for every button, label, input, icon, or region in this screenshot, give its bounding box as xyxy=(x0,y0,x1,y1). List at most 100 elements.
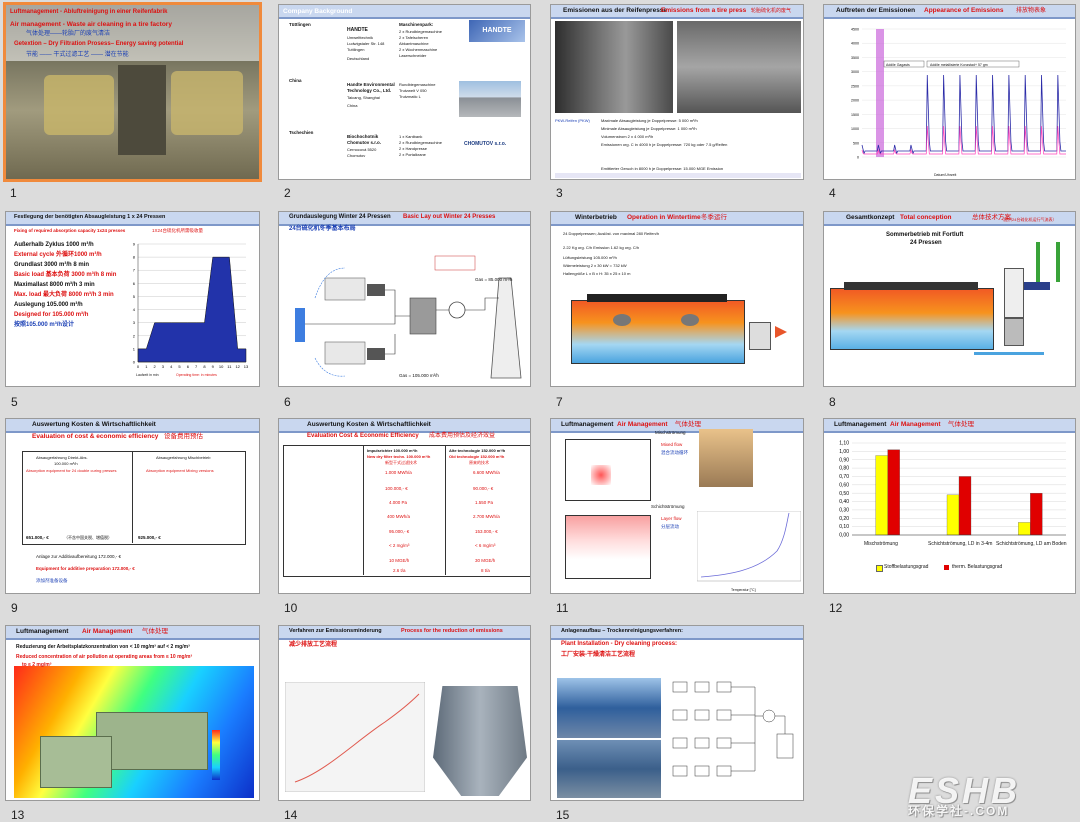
y-tick-label: 0,00 xyxy=(839,533,849,539)
slide-number-11: 11 xyxy=(556,601,569,615)
slide-number-13: 13 xyxy=(11,808,25,822)
y-tick-label: 3000 xyxy=(851,70,859,74)
slide-thumbnail-13[interactable]: Luftmanagement Air Management 气体处理 Reduz… xyxy=(5,625,260,801)
chomutov-logo: CHOMUTOV s.r.o. xyxy=(464,141,507,147)
slide-thumbnail-10[interactable]: Auswertung Kosten & Wirtschaftlichkeit E… xyxy=(278,418,531,594)
china-factory-photo xyxy=(459,81,521,117)
slide-number-3: 3 xyxy=(556,186,563,200)
press-center xyxy=(118,65,166,155)
x-tick-label: 6 xyxy=(187,364,190,369)
slide-thumbnail-15[interactable]: Anlagenaufbau – Trockenreinigungsverfahr… xyxy=(550,625,804,801)
bar-stoffbelastung xyxy=(1018,522,1031,536)
slide-number-7: 7 xyxy=(556,395,563,409)
absorption-area-chart: 98765432100 1 2 3 4 5 6 7 8 9 10 11 12 13 xyxy=(133,242,249,370)
legend-swatch-1 xyxy=(876,565,883,572)
x-tick-label: 1 xyxy=(145,364,148,369)
slide1-title-de: Luftmanagement - Abluftreinigung in eine… xyxy=(10,9,168,15)
slide-number-4: 4 xyxy=(829,186,836,200)
slide-number-5: 5 xyxy=(11,395,18,409)
watermark-logo: ESHB 环保学社-.COM xyxy=(908,770,1021,818)
machine-left xyxy=(44,75,114,135)
bar-therm-belastung xyxy=(887,449,900,536)
emission-photo xyxy=(677,21,801,113)
arrow-right-icon xyxy=(775,326,787,338)
y-tick-label: 8 xyxy=(133,255,136,260)
y-tick-label: 0,70 xyxy=(839,474,849,480)
slide-number-6: 6 xyxy=(284,395,291,409)
slide-thumbnail-14[interactable]: Verfahren zur Emissionsminderung Process… xyxy=(278,625,531,801)
legend-swatch-2 xyxy=(944,565,949,570)
x-tick-label: 2 xyxy=(153,364,156,369)
slide-number-14: 14 xyxy=(284,808,298,822)
y-tick-label: 2500 xyxy=(851,84,859,88)
bar-therm-belastung xyxy=(958,476,972,536)
x-tick-label: 5 xyxy=(178,364,181,369)
hall-cross-section xyxy=(571,300,745,364)
slide-number-10: 10 xyxy=(284,601,298,615)
slide-thumbnail-9[interactable]: Auswertung Kosten & Wirtschaftlichkeit E… xyxy=(5,418,260,594)
y-tick-label: 4000 xyxy=(851,42,859,46)
y-tick-label: 1,00 xyxy=(839,449,849,455)
y-tick-label: 7 xyxy=(133,268,136,273)
slide1-title-cn: 气体处理——轮胎厂的废气清洁 xyxy=(26,31,111,37)
x-tick-label: 0 xyxy=(137,364,140,369)
x-tick-label: 12 xyxy=(235,364,240,369)
y-tick-label: 0 xyxy=(133,360,136,365)
slide1-subtitle-en: Getextion – Dry Filtration Prosess– Ener… xyxy=(14,41,184,47)
slide-thumbnail-11[interactable]: Luftmanagement Air Management 气体处理 Misch… xyxy=(550,418,804,594)
y-tick-label: 0 xyxy=(857,156,859,160)
bar-stoffbelastung xyxy=(946,494,960,536)
layer-flow-diagram xyxy=(565,515,651,579)
handte-logo: HANDTE xyxy=(469,20,525,42)
y-tick-label: 1,10 xyxy=(839,441,849,447)
y-tick-label: 3500 xyxy=(851,56,859,60)
tire-press-photo xyxy=(555,21,673,113)
y-tick-label: 0,50 xyxy=(839,491,849,497)
y-tick-label: 1 xyxy=(133,346,136,351)
layout-diagram xyxy=(295,255,522,379)
slide-thumbnail-1[interactable]: Luftmanagement - Abluftreinigung in eine… xyxy=(3,2,262,182)
y-tick-label: 9 xyxy=(133,242,136,247)
y-tick-label: 2 xyxy=(133,333,136,338)
x-tick-label: 7 xyxy=(195,364,198,369)
slide-thumbnail-6[interactable]: Grundauslegung Winter 24 Pressen Basic L… xyxy=(278,211,531,387)
machine-right xyxy=(171,71,243,135)
y-tick-label: 0,40 xyxy=(839,499,849,505)
slide-thumbnail-4[interactable]: Auftreten der Emissionen Appearance of E… xyxy=(823,4,1076,180)
category-label-1: Mischströmung xyxy=(864,541,898,547)
filter-unit-drawing xyxy=(433,686,527,796)
color-legend xyxy=(212,730,220,780)
slide-number-9: 9 xyxy=(11,601,18,615)
slide1-subtitle-cn: 节能 —— 干式过滤工艺 —— 潜在节能 xyxy=(26,52,129,58)
slide-thumbnail-2[interactable]: Company Background Tüttlingen HANDTE Umw… xyxy=(278,4,531,180)
slide1-title-en: Air management - Waste air cleaning in a… xyxy=(10,21,172,28)
slide-thumbnail-5[interactable]: Festlegung der benötigten Absaugleistung… xyxy=(5,211,260,387)
x-tick-label: 3 xyxy=(162,364,165,369)
y-tick-label: 0,80 xyxy=(839,466,849,472)
emission-line-chart: 4500 4000 3500 3000 2500 2000 1500 1000 500 0 xyxy=(851,28,1066,160)
y-tick-label: 0,90 xyxy=(839,457,849,463)
slide-thumbnail-3[interactable]: Emissionen aus der Reifenpresse Emission… xyxy=(550,4,804,180)
category-label-2: Schichtströmung, LD in 3-4m xyxy=(928,541,993,547)
slide-thumbnail-7[interactable]: Winterbetrieb Operation in Wintertime 冬季… xyxy=(550,211,804,387)
x-tick-label: 13 xyxy=(244,364,249,369)
x-tick-label: 8 xyxy=(203,364,206,369)
summer-hall xyxy=(830,288,994,350)
y-tick-label: 0,30 xyxy=(839,508,849,514)
slide2-title: Company Background xyxy=(283,8,353,15)
category-label-3: Schichtströmung, LD am Boden xyxy=(996,541,1067,547)
bar-therm-belastung xyxy=(1030,493,1043,536)
x-tick-label: 4 xyxy=(170,364,173,369)
machine-photo xyxy=(699,429,753,487)
y-tick-label: 6 xyxy=(133,281,136,286)
y-tick-label: 0,60 xyxy=(839,482,849,488)
slide-number-2: 2 xyxy=(284,186,291,200)
plant-photo-2 xyxy=(557,740,661,798)
slide-thumbnail-8[interactable]: Gesamtkonzept Total conception 总体技术方案 （提… xyxy=(823,211,1076,387)
slide-number-1: 1 xyxy=(10,186,17,200)
slide-thumbnail-12[interactable]: Luftmanagement Air Management 气体处理 1,10 1… xyxy=(823,418,1076,594)
y-tick-label: 0,10 xyxy=(839,524,849,530)
bar-stoffbelastung xyxy=(875,455,888,536)
slide-number-15: 15 xyxy=(556,808,570,822)
x-tick-label: 11 xyxy=(227,364,232,369)
